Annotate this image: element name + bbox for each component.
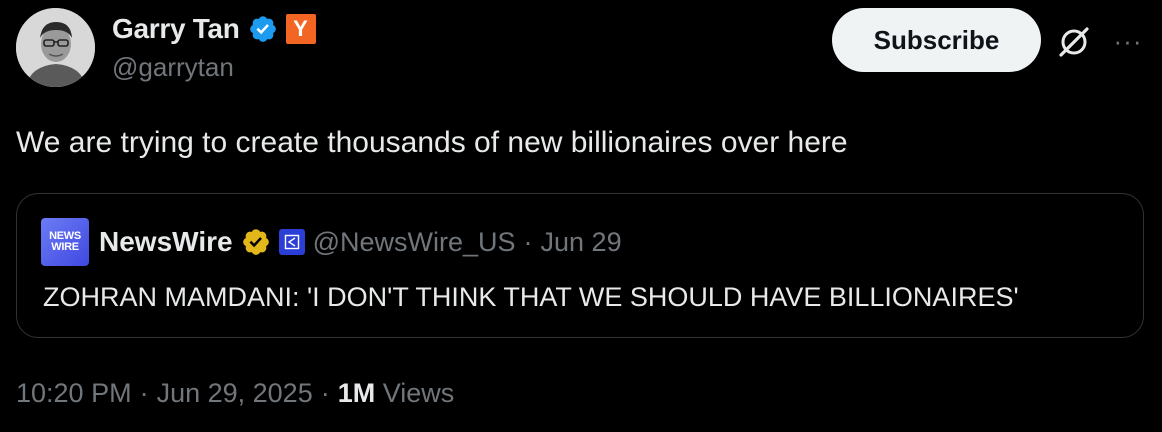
tweet-date[interactable]: Jun 29, 2025 bbox=[157, 378, 313, 409]
quote-display-name[interactable]: NewsWire bbox=[99, 226, 233, 258]
tweet-footer: 10:20 PM · Jun 29, 2025 · 1M Views bbox=[16, 378, 454, 409]
footer-separator: · bbox=[320, 378, 330, 408]
quote-header: NEWS WIRE NewsWire @NewsWire_US · Jun 29 bbox=[41, 218, 622, 266]
quoted-tweet-card[interactable]: NEWS WIRE NewsWire @NewsWire_US · Jun 29… bbox=[16, 193, 1144, 338]
tweet-text: We are trying to create thousands of new… bbox=[16, 126, 848, 159]
views-stat[interactable]: 1M Views bbox=[338, 378, 455, 409]
subscribe-button[interactable]: Subscribe bbox=[832, 8, 1041, 72]
quote-handle[interactable]: @NewsWire_US bbox=[313, 227, 516, 258]
verified-gold-check-icon[interactable] bbox=[241, 227, 271, 257]
newswire-logo-icon[interactable]: NEWS WIRE bbox=[41, 218, 89, 266]
tweet: Garry Tan Y @garrytan Subscribe ··· We a… bbox=[0, 0, 1162, 432]
author-name-row: Garry Tan Y bbox=[112, 10, 316, 48]
quote-text: ZOHRAN MAMDANI: 'I DON'T THINK THAT WE S… bbox=[43, 282, 1019, 312]
grok-slash-icon[interactable] bbox=[1054, 22, 1094, 62]
author-display-name[interactable]: Garry Tan bbox=[112, 13, 240, 45]
author-avatar[interactable] bbox=[16, 8, 95, 87]
quote-separator: · bbox=[523, 226, 533, 257]
author-handle[interactable]: @garrytan bbox=[112, 52, 234, 83]
views-label: Views bbox=[382, 378, 455, 408]
y-combinator-badge-icon[interactable]: Y bbox=[285, 14, 316, 44]
tweet-time[interactable]: 10:20 PM bbox=[16, 378, 132, 409]
quote-date[interactable]: Jun 29 bbox=[541, 227, 622, 258]
views-count: 1M bbox=[337, 378, 376, 408]
affiliate-glyph bbox=[284, 234, 299, 250]
avatar-photo bbox=[16, 8, 95, 87]
more-horizontal-icon[interactable]: ··· bbox=[1108, 24, 1148, 58]
logo-text-wire: WIRE bbox=[51, 241, 79, 253]
affiliate-badge-icon[interactable] bbox=[278, 229, 305, 255]
footer-separator: · bbox=[139, 378, 149, 408]
verified-blue-check-icon[interactable] bbox=[248, 14, 278, 44]
